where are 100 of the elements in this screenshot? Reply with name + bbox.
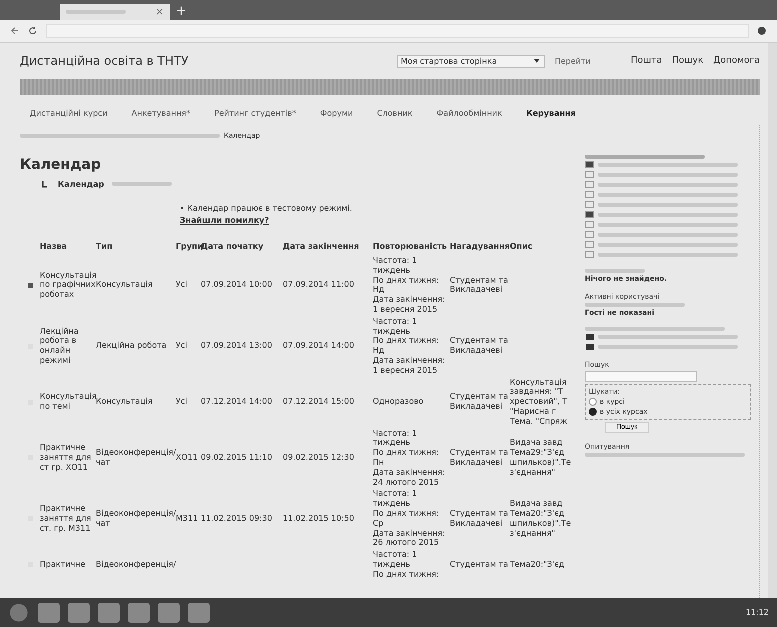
header-link[interactable]: Пошта [630,56,662,66]
table-cell-text: тиждень [373,266,412,276]
table-cell-text: Усі [176,280,188,290]
column-header[interactable]: Групи [176,242,201,252]
calendar-tab[interactable]: Календар [58,180,104,188]
table-cell-text: 24 лютого 2015 [373,478,440,488]
table-cell-text: По днях тижня: [373,276,440,286]
clock-time: 11:12 [746,608,769,617]
taskbar-app-icon[interactable] [158,602,180,622]
empty-square-icon [585,201,595,209]
table-cell-text: тиждень [373,560,412,570]
table-cell: Відеоконференція/чат [96,508,176,529]
column-header[interactable]: Назва [40,242,96,252]
empty-square-icon [585,221,595,229]
table-cell-text: Тема20:"З'єд [510,508,566,519]
nav-tab[interactable]: Анкетування* [132,109,190,125]
table-cell-text: Видача завд [510,499,564,509]
go-link[interactable]: Перейти [554,56,591,66]
column-header[interactable]: Опис [510,242,572,252]
radio-button[interactable] [589,398,597,406]
notice-text: • Календар працює в тестовому режимі. Знайшли помилку? [180,203,354,227]
new-tab-button[interactable]: + [176,4,187,20]
nav-tab[interactable]: Словник [377,109,413,125]
table-cell-text: Дата закінчення: [373,356,446,366]
column-header[interactable]: Дата закінчення [283,242,373,252]
report-bug-link[interactable]: Знайшли помилку? [180,216,270,225]
table-cell: Відеоконференція/ [96,560,176,570]
table-cell-text: Тема29:"З'єд [510,448,566,458]
nav-tab[interactable]: Форуми [320,109,354,125]
row-marker[interactable] [28,282,32,288]
nav-tab[interactable]: Дистанційні курси [30,109,108,125]
table-cell-text: 1 вересня 2015 [373,366,439,376]
table-cell: шпильков)".Те [510,518,572,529]
table-cell-text: Нд [373,285,386,296]
table-cell-text: Усі [176,397,188,407]
radio-button[interactable] [589,408,597,416]
start-button-icon[interactable] [8,602,30,624]
extension-icon[interactable] [757,26,767,36]
table-cell-text: 09.02.2015 11:10 [201,453,274,463]
empty-square-icon [585,191,595,199]
scrollbar[interactable] [768,43,777,598]
column-header[interactable]: Дата початку [201,242,283,252]
table-cell-text: Усі [176,341,188,352]
header-link[interactable]: Допомога [714,56,760,66]
browser-tab[interactable]: × [60,4,170,20]
empty-square-icon [585,251,595,259]
table-cell-text: Студентам та [450,276,510,286]
reload-icon[interactable] [28,26,38,36]
taskbar-app-icon[interactable] [98,602,120,622]
table-cell-text: Практичне заняття для ст гр. ХО11 [40,443,92,473]
table-cell-text: Викладачеві [450,285,504,296]
table-cell-text: Частота: 1 [373,428,418,438]
nav-tab[interactable]: Керування [526,109,576,125]
table-cell-text: 07.09.2014 14:00 [283,341,356,352]
empty-square-icon [585,181,595,189]
table-cell-text: Студентам та [450,392,510,402]
table-cell-text: "Нарисна г [510,406,558,417]
table-cell-text: з'єднання" [510,528,556,538]
table-cell-text: з'єднання" [510,468,556,478]
table-cell-text: ХО11 [176,453,199,463]
table-cell-text: 07.09.2014 11:00 [283,280,356,290]
taskbar-app-icon[interactable] [38,602,60,622]
table-cell-text: 1 вересня 2015 [373,304,439,315]
close-tab-button[interactable]: × [156,6,164,18]
table-cell-text: Тема. "Спряж [510,416,568,427]
table-cell-text: завдання: "Т [510,387,564,398]
table-cell-text: М311 [176,514,200,524]
table-cell-text: Студентам та [450,560,510,570]
table-cell-text: 09.02.2015 12:30 [283,453,356,463]
table-cell-text: 07.09.2014 10:00 [201,280,274,290]
dropdown-caret-icon [532,56,541,64]
table-cell-text: Дата закінчення: [373,468,446,478]
filled-square-icon [585,161,595,169]
nav-tab[interactable]: Файлообмінник [436,109,502,125]
table-cell-text: Викладачеві [450,458,504,468]
table-cell-text: 11.02.2015 09:30 [201,514,274,524]
start-page-select[interactable]: Моя стартова сторінка [396,54,545,68]
table-cell-text: По днях тижня: [373,336,440,346]
back-arrow-icon[interactable] [10,26,20,36]
taskbar-app-icon[interactable] [128,602,150,622]
table-cell-text: тиждень [373,438,412,448]
search-field[interactable] [585,371,697,382]
empty-square-icon [585,171,595,179]
nav-tab[interactable]: Рейтинг студентів* [214,109,296,125]
table-cell-text: Частота: 1 [373,550,418,560]
table-cell-text: Лекційна робота [96,341,168,352]
table-cell-text: Викладачеві [450,518,504,529]
table-cell-text: Тема20:"З'єд [510,560,566,570]
site-title: Дистанційна освіта в ТНТУ [20,54,189,68]
column-header[interactable]: Нагадування [450,242,510,252]
column-header[interactable]: Тип [96,242,176,252]
column-header[interactable]: Повторюваність [373,242,450,252]
table-cell-text: Практичне [40,560,87,570]
table-cell-text: Лекційна робота в онлайн режимі [40,326,80,366]
taskbar-app-icon[interactable] [188,602,210,622]
table-cell-text: 26 лютого 2015 [373,538,440,548]
header-link[interactable]: Пошук [672,56,704,66]
taskbar-app-icon[interactable] [68,602,90,622]
table-cell: Відеоконференція/чат [96,448,176,468]
table-cell-text: тиждень [373,326,412,336]
